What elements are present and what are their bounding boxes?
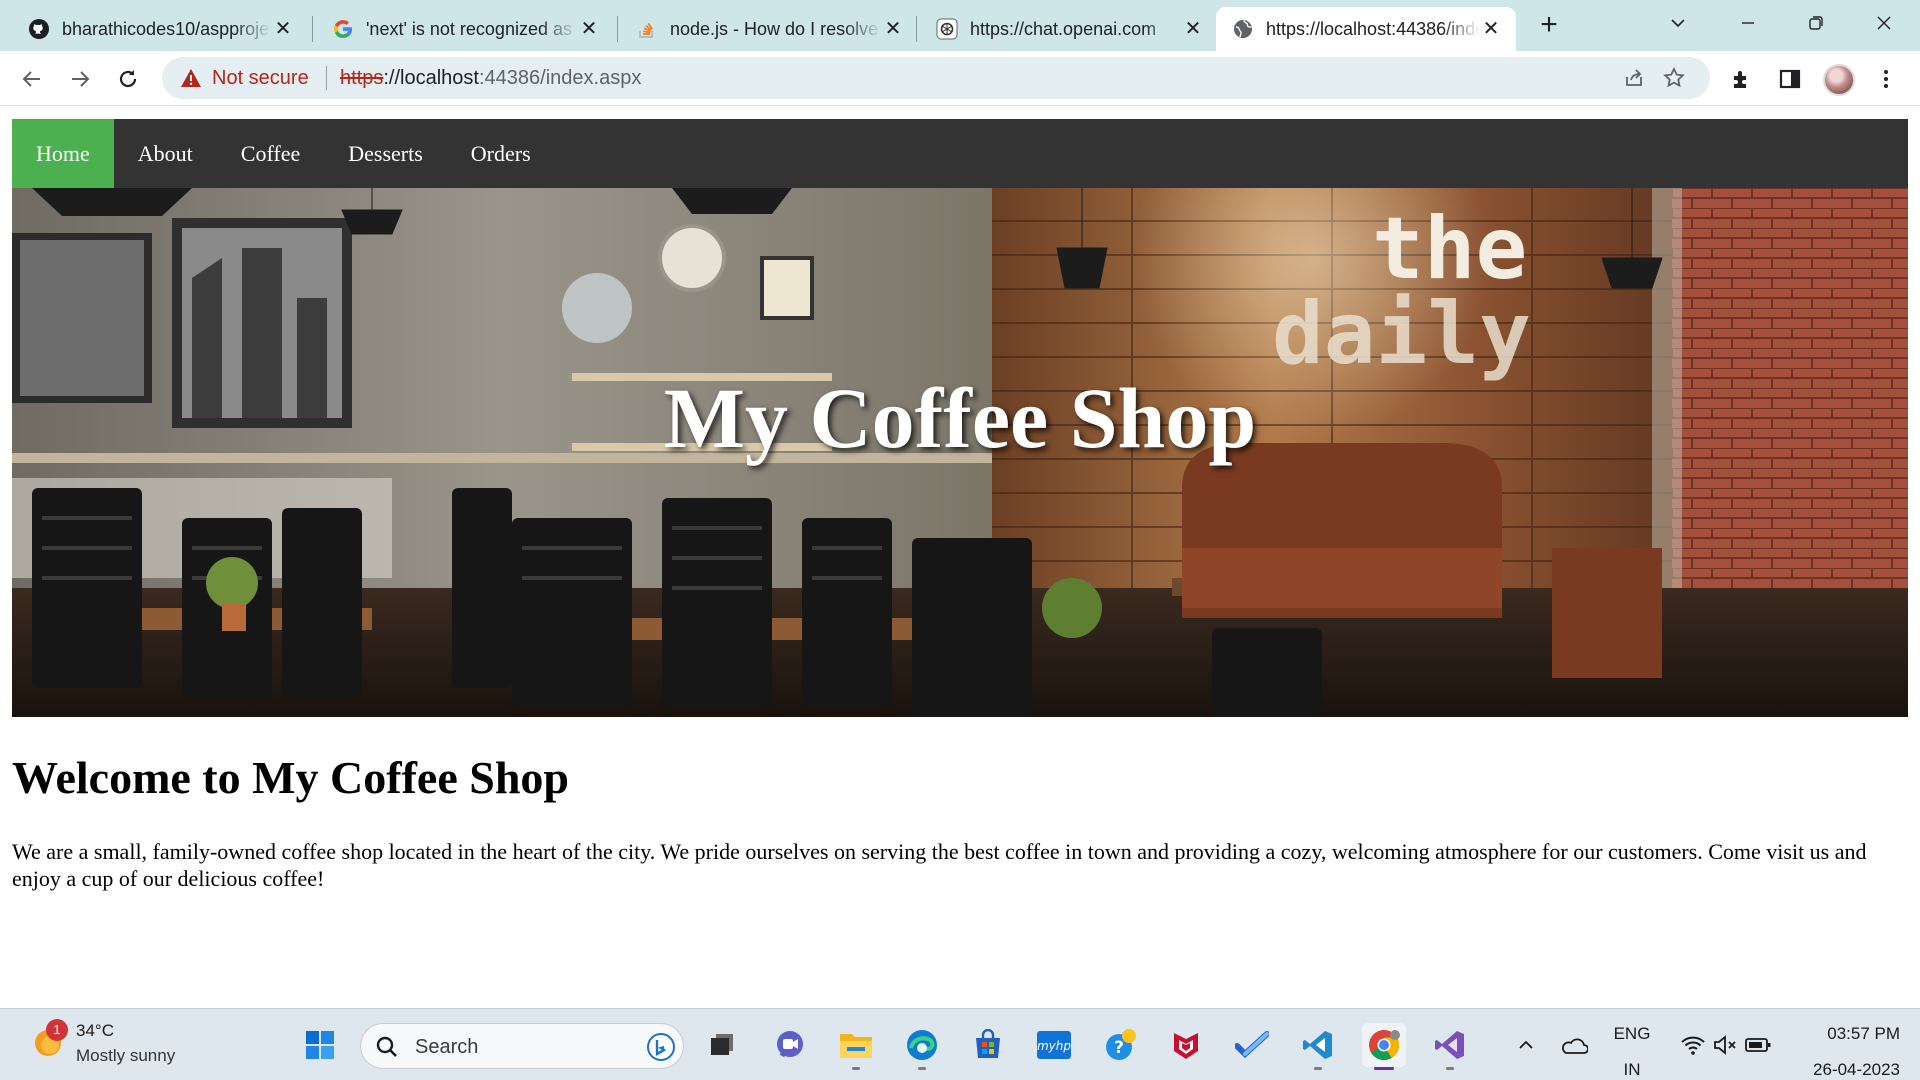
nav-about[interactable]: About — [114, 119, 217, 188]
minimize-icon[interactable] — [1730, 8, 1766, 38]
url-host: ://localhost — [383, 67, 479, 89]
tab-strip: bharathicodes10/aspproje ✕ 'next' is not… — [0, 0, 1920, 51]
reload-icon[interactable] — [108, 59, 148, 99]
task-view-icon[interactable] — [700, 1023, 744, 1067]
bookmark-star-icon[interactable] — [1662, 66, 1686, 90]
browser-toolbar: Not secure https://localhost:44386/index… — [0, 51, 1920, 106]
svg-text:?: ? — [1114, 1038, 1124, 1058]
tab-openai[interactable]: https://chat.openai.com ✕ — [920, 7, 1218, 51]
nav-desserts[interactable]: Desserts — [324, 119, 447, 188]
weather-badge: 1 — [46, 1019, 68, 1041]
tab-divider — [916, 16, 917, 42]
tab-title: bharathicodes10/aspproje — [62, 18, 270, 39]
show-hidden-icons-icon[interactable] — [1504, 1023, 1548, 1067]
security-label[interactable]: Not secure — [212, 67, 309, 90]
tab-title: https://chat.openai.com — [970, 18, 1157, 39]
globe-icon — [1232, 18, 1254, 40]
more-menu-icon[interactable] — [1872, 65, 1900, 93]
visual-studio-icon[interactable] — [1428, 1023, 1472, 1070]
teams-chat-icon[interactable] — [768, 1023, 812, 1067]
language-code: ENG — [1613, 1024, 1651, 1043]
quick-settings[interactable] — [1666, 1023, 1786, 1067]
tab-stackoverflow[interactable]: node.js - How do I resolve ✕ — [620, 7, 918, 51]
forward-icon[interactable] — [60, 59, 100, 99]
nav-coffee[interactable]: Coffee — [217, 119, 324, 188]
web-page: Home About Coffee Desserts Orders the da… — [0, 107, 1920, 1007]
taskbar-search[interactable]: Search — [360, 1023, 684, 1069]
microsoft-store-icon[interactable] — [966, 1023, 1010, 1067]
side-panel-icon[interactable] — [1776, 65, 1804, 93]
profile-avatar[interactable] — [1823, 64, 1855, 96]
url-text[interactable]: https://localhost:44386/index.aspx — [340, 67, 641, 90]
running-indicator — [1314, 1067, 1322, 1070]
region-code: IN — [1623, 1060, 1641, 1079]
vscode-icon[interactable] — [1296, 1023, 1340, 1070]
language-indicator[interactable]: ENG IN — [1612, 1009, 1652, 1080]
taskbar: 1 34°C Mostly sunny Search myhp ? ENG IN… — [0, 1008, 1920, 1080]
github-icon — [28, 18, 50, 40]
site-nav: Home About Coffee Desserts Orders — [12, 119, 1908, 188]
intro-paragraph: We are a small, family-owned coffee shop… — [12, 839, 1867, 891]
stackoverflow-icon — [636, 18, 658, 40]
back-icon[interactable] — [12, 59, 52, 99]
close-tab-icon[interactable]: ✕ — [1480, 18, 1502, 40]
tab-divider — [617, 16, 618, 42]
tab-google[interactable]: 'next' is not recognized as ✕ — [316, 7, 614, 51]
tab-localhost[interactable]: https://localhost:44386/index ✕ — [1216, 7, 1516, 51]
running-indicator — [918, 1067, 926, 1070]
active-indicator — [1374, 1067, 1394, 1070]
weather-temperature[interactable]: 34°C — [76, 1021, 114, 1041]
clock[interactable]: 03:57 PM 26-04-2023 — [1780, 1009, 1900, 1080]
warning-icon[interactable] — [180, 67, 202, 89]
nav-home[interactable]: Home — [12, 119, 114, 188]
google-icon — [332, 18, 354, 40]
wifi-icon — [1681, 1036, 1705, 1055]
search-icon — [376, 1036, 397, 1057]
close-tab-icon[interactable]: ✕ — [882, 18, 904, 40]
myhp-icon[interactable]: myhp — [1032, 1023, 1076, 1067]
get-help-icon[interactable]: ? — [1098, 1023, 1142, 1067]
share-icon[interactable] — [1622, 66, 1646, 90]
tab-search-chevron-icon[interactable] — [1660, 8, 1696, 38]
close-tab-icon[interactable]: ✕ — [578, 18, 600, 40]
new-tab-icon[interactable]: + — [1538, 10, 1560, 40]
clock-date: 26-04-2023 — [1813, 1060, 1900, 1079]
search-label: Search — [415, 1036, 479, 1058]
omnibox-divider — [326, 66, 327, 90]
edge-icon[interactable] — [900, 1023, 944, 1070]
openai-icon — [936, 18, 958, 40]
tab-title: node.js - How do I resolve — [670, 18, 879, 39]
nav-orders[interactable]: Orders — [447, 119, 555, 188]
clock-time: 03:57 PM — [1827, 1024, 1900, 1043]
welcome-heading: Welcome to My Coffee Shop — [12, 752, 569, 803]
tab-divider — [312, 16, 313, 42]
url-path: :44386/index.aspx — [478, 67, 642, 89]
battery-icon — [1745, 1038, 1771, 1052]
bing-icon[interactable] — [647, 1033, 675, 1061]
weather-condition[interactable]: Mostly sunny — [76, 1046, 175, 1066]
close-window-icon[interactable] — [1866, 8, 1902, 38]
restore-icon[interactable] — [1798, 8, 1834, 38]
mcafee-icon[interactable] — [1164, 1023, 1208, 1067]
hero-banner: the daily My Coffee Shop — [12, 188, 1908, 717]
todo-icon[interactable] — [1230, 1023, 1274, 1067]
address-bar[interactable]: Not secure https://localhost:44386/index… — [162, 57, 1710, 99]
running-indicator — [852, 1067, 860, 1070]
tab-title: 'next' is not recognized as — [366, 18, 572, 39]
tab-title: https://localhost:44386/index — [1266, 18, 1480, 39]
hero-title: My Coffee Shop — [663, 370, 1257, 466]
url-scheme: https — [340, 67, 384, 89]
close-tab-icon[interactable]: ✕ — [272, 18, 294, 40]
running-indicator — [1446, 1067, 1454, 1070]
onedrive-icon[interactable] — [1552, 1023, 1596, 1067]
close-tab-icon[interactable]: ✕ — [1182, 18, 1204, 40]
myhp-label: myhp — [1037, 1039, 1071, 1053]
file-explorer-icon[interactable] — [834, 1023, 878, 1070]
volume-muted-icon — [1714, 1035, 1736, 1055]
tab-github[interactable]: bharathicodes10/aspproje ✕ — [12, 7, 308, 51]
windows-start-icon[interactable] — [298, 1023, 342, 1067]
extensions-icon[interactable] — [1728, 65, 1756, 93]
chrome-icon[interactable] — [1362, 1023, 1406, 1070]
